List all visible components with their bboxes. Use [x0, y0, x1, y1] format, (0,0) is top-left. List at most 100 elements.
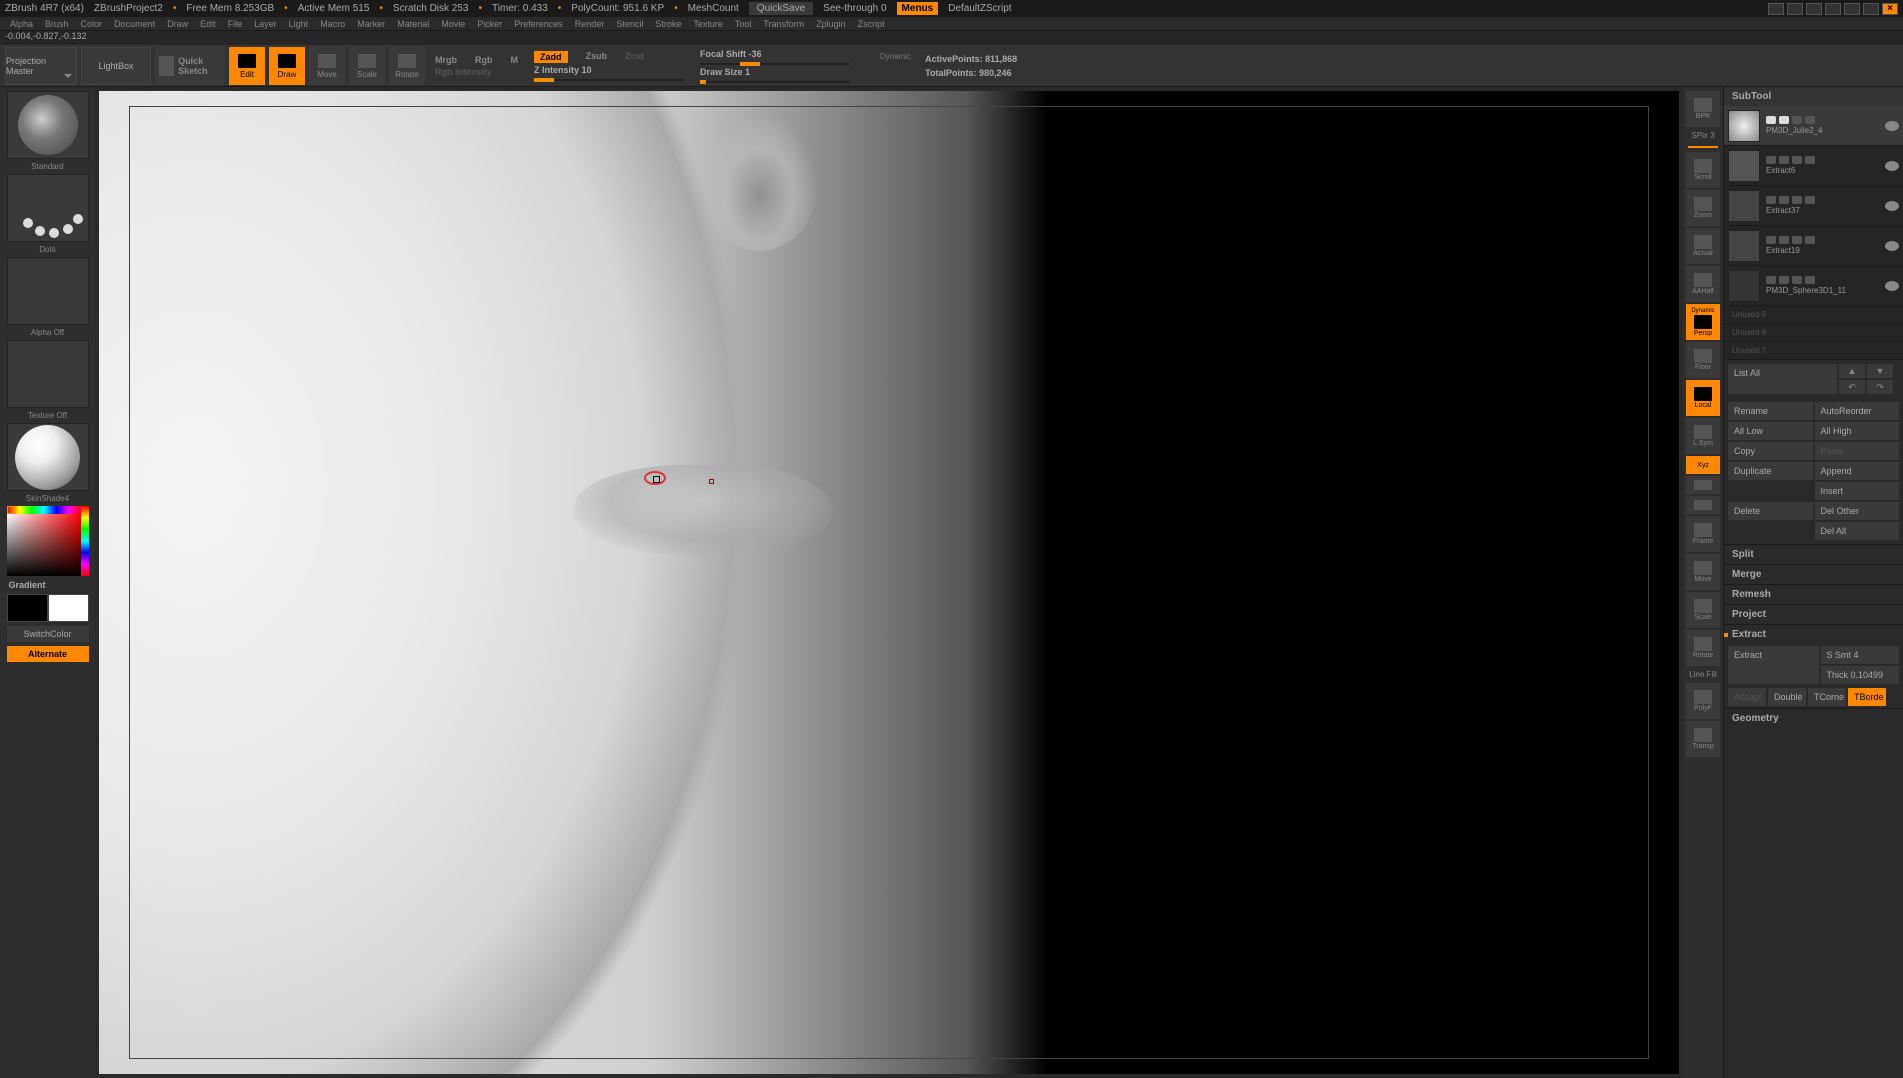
z-intensity-slider[interactable]: Z Intensity 10: [534, 65, 684, 75]
projection-master-button[interactable]: Projection Master: [5, 47, 77, 85]
move-up-button[interactable]: ▲: [1839, 364, 1865, 378]
s-smt-slider[interactable]: S Smt 4: [1821, 646, 1900, 664]
menu-item[interactable]: Zplugin: [816, 19, 846, 29]
actual-button[interactable]: Actual: [1686, 228, 1720, 264]
append-button[interactable]: Append: [1815, 462, 1900, 480]
scale-view-button[interactable]: Scale: [1686, 592, 1720, 628]
subtool-item[interactable]: PM3D_Sphere3D1_11: [1724, 266, 1903, 306]
menu-item[interactable]: Light: [289, 19, 309, 29]
rename-button[interactable]: Rename: [1728, 402, 1813, 420]
alpha-selector[interactable]: [7, 257, 89, 325]
extract-button[interactable]: Extract: [1728, 646, 1819, 684]
eye-icon[interactable]: [1885, 161, 1899, 171]
texture-selector[interactable]: [7, 340, 89, 408]
remesh-section[interactable]: Remesh: [1724, 584, 1903, 604]
stroke-selector[interactable]: [7, 174, 89, 242]
close-icon[interactable]: ×: [1882, 3, 1898, 15]
eye-icon[interactable]: [1885, 201, 1899, 211]
frame-button[interactable]: Frame: [1686, 516, 1720, 552]
menu-item[interactable]: Movie: [441, 19, 465, 29]
menu-item[interactable]: Edit: [200, 19, 216, 29]
duplicate-button[interactable]: Duplicate: [1728, 462, 1813, 480]
all-low-button[interactable]: All Low: [1728, 422, 1813, 440]
project-section[interactable]: Project: [1724, 604, 1903, 624]
double-toggle[interactable]: Double: [1768, 688, 1806, 706]
subtool-item[interactable]: Extract6: [1724, 146, 1903, 186]
del-other-button[interactable]: Del Other: [1815, 502, 1900, 520]
menu-item[interactable]: Document: [114, 19, 155, 29]
quick-sketch-button[interactable]: Quick Sketch: [155, 47, 225, 85]
insert-button[interactable]: Insert: [1815, 482, 1900, 500]
transp-button[interactable]: Transp: [1686, 721, 1720, 757]
geometry-section[interactable]: Geometry: [1724, 708, 1903, 728]
window-icon[interactable]: [1806, 3, 1822, 15]
subtool-header[interactable]: SubTool: [1724, 87, 1903, 106]
menu-item[interactable]: Brush: [45, 19, 69, 29]
pivot-unlock-button[interactable]: [1686, 496, 1720, 514]
menu-item[interactable]: Alpha: [10, 19, 33, 29]
list-all-button[interactable]: List All: [1728, 364, 1837, 394]
extract-section[interactable]: Extract: [1724, 624, 1903, 644]
menu-item[interactable]: Color: [81, 19, 103, 29]
move-prev-button[interactable]: ↶: [1839, 380, 1865, 394]
alternate-button[interactable]: Alternate: [7, 646, 89, 662]
brush-selector[interactable]: [7, 91, 89, 159]
menus-button[interactable]: Menus: [897, 2, 939, 15]
copy-button[interactable]: Copy: [1728, 442, 1813, 460]
viewport[interactable]: [99, 91, 1679, 1074]
zsub-toggle[interactable]: Zsub: [586, 51, 608, 63]
rotate-button[interactable]: Rotate: [389, 47, 425, 85]
menu-item[interactable]: Material: [397, 19, 429, 29]
menu-item[interactable]: File: [228, 19, 243, 29]
edit-button[interactable]: Edit: [229, 47, 265, 85]
menu-item[interactable]: Stroke: [655, 19, 681, 29]
quicksave-button[interactable]: QuickSave: [749, 2, 813, 15]
move-down-button[interactable]: ▼: [1867, 364, 1893, 378]
menu-item[interactable]: Layer: [254, 19, 277, 29]
window-icon[interactable]: [1787, 3, 1803, 15]
eye-icon[interactable]: [1885, 121, 1899, 131]
aahalf-button[interactable]: AAHalf: [1686, 266, 1720, 302]
rgb-intensity-slider[interactable]: Rgb Intensity: [435, 67, 518, 77]
menu-item[interactable]: Preferences: [514, 19, 563, 29]
persp-button[interactable]: DynamicPersp: [1686, 304, 1720, 340]
menu-item[interactable]: Draw: [167, 19, 188, 29]
color-picker[interactable]: [7, 506, 89, 576]
tborder-toggle[interactable]: TBorde: [1848, 688, 1886, 706]
subtool-item[interactable]: PM3D_Julie2_4: [1724, 106, 1903, 146]
scroll-button[interactable]: Scroll: [1686, 152, 1720, 188]
switch-color-button[interactable]: SwitchColor: [7, 626, 89, 642]
thick-slider[interactable]: Thick 0.10499: [1821, 666, 1900, 684]
autoreorder-button[interactable]: AutoReorder: [1815, 402, 1900, 420]
menu-item[interactable]: Picker: [477, 19, 502, 29]
move-view-button[interactable]: Move: [1686, 554, 1720, 590]
lsym-button[interactable]: L.Sym: [1686, 418, 1720, 454]
zcut-toggle[interactable]: Zcut: [625, 51, 644, 63]
subtool-item[interactable]: Extract19: [1724, 226, 1903, 266]
pivot-button[interactable]: [1686, 476, 1720, 494]
menu-item[interactable]: Tool: [735, 19, 752, 29]
delete-button[interactable]: Delete: [1728, 502, 1813, 520]
window-icon[interactable]: [1768, 3, 1784, 15]
tcorner-toggle[interactable]: TCorne: [1808, 688, 1846, 706]
menu-item[interactable]: Stencil: [616, 19, 643, 29]
polyf-button[interactable]: PolyF: [1686, 683, 1720, 719]
zadd-toggle[interactable]: Zadd: [534, 51, 568, 63]
default-zscript[interactable]: DefaultZScript: [948, 3, 1011, 14]
linefill-toggle[interactable]: Line Fill: [1689, 668, 1717, 681]
move-button[interactable]: Move: [309, 47, 345, 85]
floor-button[interactable]: Floor: [1686, 342, 1720, 378]
maximize-icon[interactable]: [1863, 3, 1879, 15]
material-selector[interactable]: [7, 423, 89, 491]
draw-button[interactable]: Draw: [269, 47, 305, 85]
menu-item[interactable]: Render: [575, 19, 605, 29]
seethrough[interactable]: See-through 0: [823, 3, 886, 14]
local-button[interactable]: Local: [1686, 380, 1720, 416]
zoom-button[interactable]: Zoom: [1686, 190, 1720, 226]
menu-item[interactable]: Texture: [693, 19, 723, 29]
del-all-button[interactable]: Del All: [1815, 522, 1900, 540]
window-icon[interactable]: [1825, 3, 1841, 15]
draw-size-slider[interactable]: Draw Size 1: [700, 67, 850, 77]
gradient-toggle[interactable]: Gradient: [7, 578, 89, 592]
mrgb-toggle[interactable]: Mrgb: [435, 55, 457, 65]
